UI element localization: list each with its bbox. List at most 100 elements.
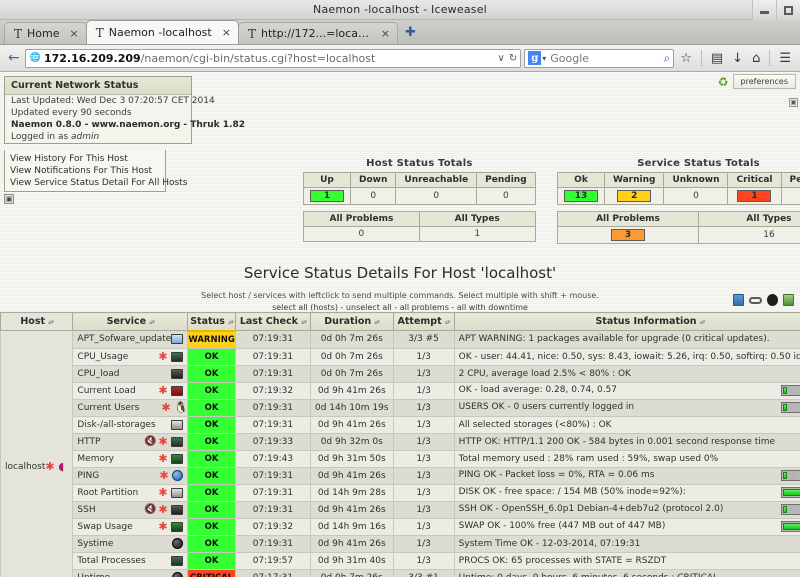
- service-critical-count[interactable]: 1: [737, 190, 772, 202]
- chevron-down-icon[interactable]: ▾: [542, 54, 546, 63]
- status-cell[interactable]: OK: [187, 381, 236, 400]
- col-all-problems[interactable]: All Problems: [557, 211, 699, 227]
- panel-toggle-icon[interactable]: ▣: [789, 98, 798, 107]
- table-row[interactable]: SSH 🔇 ✱ OK 07:19:31 0d 9h 41m 26s 1/3 SSH OK - …: [1, 500, 800, 519]
- close-icon[interactable]: ×: [381, 27, 390, 40]
- host-name[interactable]: localhost: [5, 462, 45, 472]
- close-icon[interactable]: ×: [222, 26, 231, 39]
- service-cell[interactable]: Current Users ✱ 🐧: [72, 398, 189, 417]
- table-row[interactable]: localhost ✱ ◖ APT_Sofware_update WARNING 07:1…: [0, 330, 800, 577]
- table-row[interactable]: Systime OK 07:19:31 0d 9h 41m 26s 1/3 System …: [1, 534, 800, 553]
- table-row[interactable]: CPU_Usage ✱ OK 07:19:31 0d 0h 7m 26s 1/3 OK - …: [1, 347, 800, 366]
- service-cell[interactable]: Root Partition ✱: [72, 483, 189, 502]
- recycle-icon[interactable]: ♻: [718, 75, 729, 89]
- service-cell[interactable]: SSH 🔇 ✱: [72, 500, 189, 519]
- service-name[interactable]: APT_Sofware_update: [77, 334, 171, 344]
- status-cell[interactable]: OK: [187, 415, 236, 434]
- col-unreachable[interactable]: Unreachable: [395, 172, 478, 188]
- status-cell[interactable]: OK: [187, 517, 236, 536]
- selection-links[interactable]: select all (hosts) - unselect all - all …: [0, 303, 800, 312]
- table-row[interactable]: PING ✱ OK 07:19:31 0d 9h 41m 26s 1/3 PING OK -…: [1, 466, 800, 485]
- host-up-count[interactable]: 1: [310, 190, 344, 202]
- service-name[interactable]: Current Load: [77, 386, 135, 396]
- service-cell[interactable]: Swap Usage ✱: [72, 517, 189, 536]
- menu-icon[interactable]: ☰: [779, 51, 791, 66]
- service-name[interactable]: Systime: [77, 539, 113, 549]
- col-duration[interactable]: Duration ▴▾: [309, 312, 394, 331]
- service-cell[interactable]: APT_Sofware_update: [72, 330, 189, 349]
- chevron-down-icon[interactable]: ∨: [498, 53, 505, 64]
- service-name[interactable]: CPU_Usage: [77, 352, 128, 362]
- col-pending[interactable]: Pending: [780, 172, 800, 188]
- col-last-check[interactable]: Last Check ▴▾: [234, 312, 311, 331]
- back-arrow-icon[interactable]: ←: [3, 50, 25, 66]
- service-name[interactable]: Memory: [77, 454, 114, 464]
- status-cell[interactable]: OK: [187, 347, 236, 366]
- col-attempt[interactable]: Attempt ▴▾: [392, 312, 455, 331]
- service-warning-count[interactable]: 2: [617, 190, 652, 202]
- col-ok[interactable]: Ok: [557, 172, 605, 188]
- col-host[interactable]: Host ▴▾: [0, 312, 74, 331]
- host-cell[interactable]: localhost ✱ ◖: [0, 330, 74, 577]
- status-cell[interactable]: OK: [187, 364, 236, 383]
- col-warning[interactable]: Warning: [603, 172, 665, 188]
- service-ok-count[interactable]: 13: [564, 190, 598, 202]
- search-input[interactable]: g ▾ Google ⌕: [524, 48, 675, 68]
- status-cell[interactable]: OK: [187, 398, 236, 417]
- col-service[interactable]: Service ▴▾: [72, 312, 189, 331]
- status-cell[interactable]: OK: [187, 432, 236, 451]
- service-cell[interactable]: Current Load ✱: [72, 381, 189, 400]
- excel-export-icon[interactable]: [733, 294, 744, 306]
- col-all-types[interactable]: All Types: [418, 211, 536, 227]
- tab-naemon-localhost[interactable]: T Naemon -localhost ×: [85, 20, 239, 44]
- new-tab-button[interactable]: ✚: [405, 25, 416, 40]
- service-problems-count[interactable]: 3: [610, 229, 645, 241]
- table-row[interactable]: Root Partition ✱ OK 07:19:31 0d 14h 9m 28s 1/…: [1, 483, 800, 502]
- col-pending[interactable]: Pending: [476, 172, 536, 188]
- download-icon[interactable]: ↓: [732, 51, 743, 66]
- service-cell[interactable]: PING ✱: [72, 466, 189, 485]
- tab-http-localhost[interactable]: T http://172...=localhost ×: [237, 22, 398, 44]
- service-name[interactable]: PING: [77, 471, 99, 481]
- library-icon[interactable]: ▤: [711, 51, 723, 66]
- tab-home[interactable]: T Home ×: [4, 22, 87, 44]
- status-cell[interactable]: OK: [187, 466, 236, 485]
- col-critical[interactable]: Critical: [727, 172, 782, 188]
- col-all-types[interactable]: All Types: [697, 211, 800, 227]
- col-down[interactable]: Down: [349, 172, 397, 188]
- service-cell[interactable]: Systime: [72, 534, 189, 553]
- table-row[interactable]: HTTP 🔇 ✱ OK 07:19:33 0d 9h 32m 0s 1/3 HTTP OK: …: [1, 432, 800, 451]
- col-up[interactable]: Up: [303, 172, 351, 188]
- service-cell[interactable]: Total Processes: [72, 551, 189, 570]
- service-name[interactable]: CPU_load: [77, 369, 119, 379]
- link-view-service-status-all-hosts[interactable]: View Service Status Detail For All Hosts: [5, 177, 187, 189]
- status-cell[interactable]: WARNING: [187, 330, 236, 349]
- link-view-notifications[interactable]: View Notifications For This Host: [5, 165, 165, 177]
- service-name[interactable]: Uptime: [77, 573, 110, 578]
- collapse-panel-icon[interactable]: ▣: [4, 194, 14, 204]
- service-cell[interactable]: Disk-/all-storages: [72, 415, 189, 434]
- url-input[interactable]: 🌐 172.16.209.209 /naemon/cgi-bin/status.…: [24, 48, 522, 68]
- maximize-button[interactable]: [776, 0, 800, 20]
- table-row[interactable]: Current Load ✱ OK 07:19:32 0d 9h 41m 26s 1/3 O…: [1, 381, 800, 400]
- service-name[interactable]: SSH: [77, 505, 95, 515]
- status-cell[interactable]: OK: [187, 483, 236, 502]
- service-cell[interactable]: Uptime: [72, 568, 189, 578]
- col-status-information[interactable]: Status Information ▴▾: [453, 312, 800, 331]
- col-all-problems[interactable]: All Problems: [303, 211, 420, 227]
- service-cell[interactable]: Memory ✱: [72, 449, 189, 468]
- status-cell[interactable]: OK: [187, 500, 236, 519]
- service-name[interactable]: Swap Usage: [77, 522, 132, 532]
- table-row[interactable]: CPU_load OK 07:19:31 0d 0h 7m 26s 1/3 2 CPU, …: [1, 364, 800, 383]
- csv-icon[interactable]: [783, 294, 794, 306]
- link-view-history[interactable]: View History For This Host: [5, 153, 165, 165]
- bookmark-star-icon[interactable]: ☆: [680, 51, 692, 66]
- service-cell[interactable]: HTTP 🔇 ✱: [72, 432, 189, 451]
- col-status[interactable]: Status ▴▾: [187, 312, 236, 332]
- table-row[interactable]: Memory ✱ OK 07:19:43 0d 9h 31m 50s 1/3 Total m…: [1, 449, 800, 468]
- service-name[interactable]: HTTP: [77, 437, 100, 447]
- service-name[interactable]: Disk-/all-storages: [77, 420, 155, 430]
- table-row[interactable]: Current Users ✱ 🐧 OK 07:19:31 0d 14h 10m 19s 1…: [1, 398, 800, 417]
- service-name[interactable]: Total Processes: [77, 556, 145, 566]
- preferences-button[interactable]: preferences: [732, 74, 796, 89]
